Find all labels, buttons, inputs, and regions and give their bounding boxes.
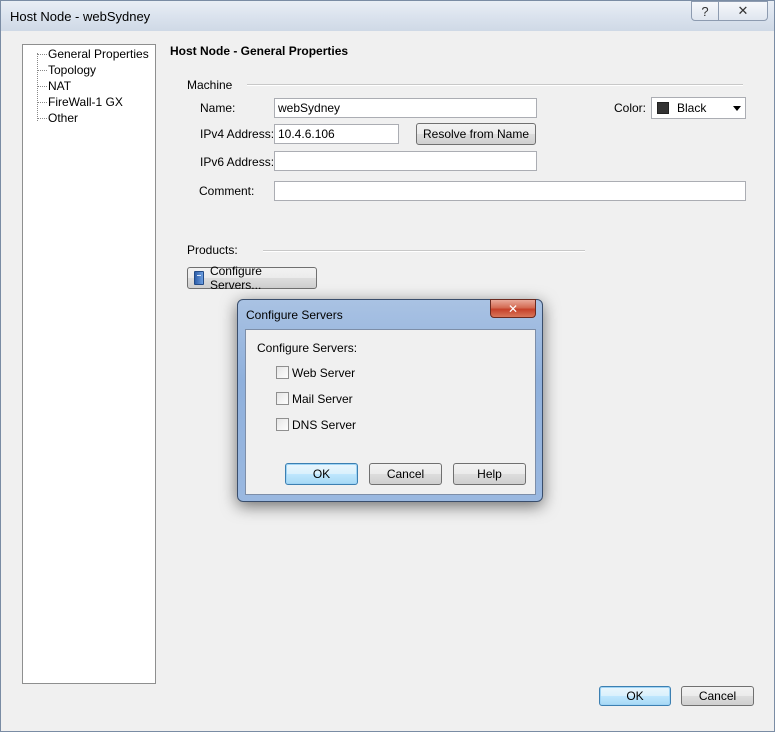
configure-servers-dialog: Configure Servers ✕ Configure Servers: W… (237, 299, 543, 502)
name-label: Name: (200, 101, 236, 115)
dialog-help-button[interactable]: Help (453, 463, 526, 485)
close-icon: ✕ (507, 301, 519, 316)
dialog-ok-button[interactable]: OK (285, 463, 358, 485)
tree-item-label: General Properties (48, 47, 149, 61)
comment-label: Comment: (199, 184, 255, 198)
mail-server-checkbox[interactable] (276, 392, 289, 405)
machine-group-label: Machine (187, 78, 233, 92)
host-node-window: Host Node - webSydney ? ✕ General Proper… (0, 0, 775, 732)
ipv6-input[interactable] (274, 151, 537, 171)
tree-item-label: Topology (48, 63, 97, 77)
name-input[interactable]: webSydney (274, 98, 537, 118)
web-server-checkbox[interactable] (276, 366, 289, 379)
page-title: Host Node - General Properties (170, 44, 349, 58)
window-title: Host Node - webSydney (10, 9, 151, 24)
close-icon: ✕ (737, 3, 749, 18)
tree-item-general-properties[interactable]: General Properties (23, 47, 149, 62)
web-server-label[interactable]: Web Server (292, 366, 355, 380)
tree-item-firewall-gx[interactable]: FireWall-1 GX (23, 95, 123, 110)
color-select-value: Black (677, 101, 707, 115)
tree-branch (37, 118, 47, 120)
dialog-heading: Configure Servers: (257, 341, 358, 355)
ipv6-label: IPv6 Address: (200, 155, 275, 169)
comment-input[interactable] (274, 181, 746, 201)
tree-branch (37, 102, 47, 104)
machine-group-divider (247, 84, 743, 86)
properties-tree: General Properties Topology NAT FireWall… (22, 44, 156, 684)
tree-item-other[interactable]: Other (23, 111, 78, 126)
tree-branch (37, 86, 47, 88)
products-group-label: Products: (187, 243, 238, 257)
resolve-from-name-button[interactable]: Resolve from Name (416, 123, 536, 145)
products-group-divider (263, 250, 585, 252)
ok-button[interactable]: OK (599, 686, 671, 706)
dialog-cancel-button[interactable]: Cancel (369, 463, 442, 485)
color-swatch (657, 102, 669, 114)
server-config-icon (194, 271, 204, 285)
dns-server-checkbox[interactable] (276, 418, 289, 431)
tree-item-label: NAT (48, 79, 72, 93)
mail-server-label[interactable]: Mail Server (292, 392, 353, 406)
dialog-close-button[interactable]: ✕ (490, 299, 536, 318)
tree-item-topology[interactable]: Topology (23, 63, 96, 78)
dialog-body: Configure Servers: Web Server Mail Serve… (245, 329, 536, 495)
help-button[interactable]: ? (691, 1, 719, 21)
tree-item-label: Other (48, 111, 79, 125)
tree-branch (37, 70, 47, 72)
cancel-button[interactable]: Cancel (681, 686, 754, 706)
tree-item-label: FireWall-1 GX (48, 95, 123, 109)
ipv4-input[interactable]: 10.4.6.106 (274, 124, 399, 144)
configure-servers-label: Configure Servers... (209, 264, 262, 292)
dialog-title: Configure Servers (246, 308, 343, 322)
color-select[interactable]: Black (651, 97, 746, 119)
help-icon: ? (701, 3, 709, 19)
close-button[interactable]: ✕ (718, 1, 768, 21)
dns-server-label[interactable]: DNS Server (292, 418, 356, 432)
tree-item-nat[interactable]: NAT (23, 79, 71, 94)
title-bar[interactable]: Host Node - webSydney ? ✕ (1, 1, 774, 31)
color-label: Color: (614, 101, 647, 115)
configure-servers-button[interactable]: Configure Servers... (187, 264, 317, 292)
chevron-down-icon (733, 106, 741, 111)
ipv4-label: IPv4 Address: (200, 127, 275, 141)
tree-branch (37, 54, 47, 56)
